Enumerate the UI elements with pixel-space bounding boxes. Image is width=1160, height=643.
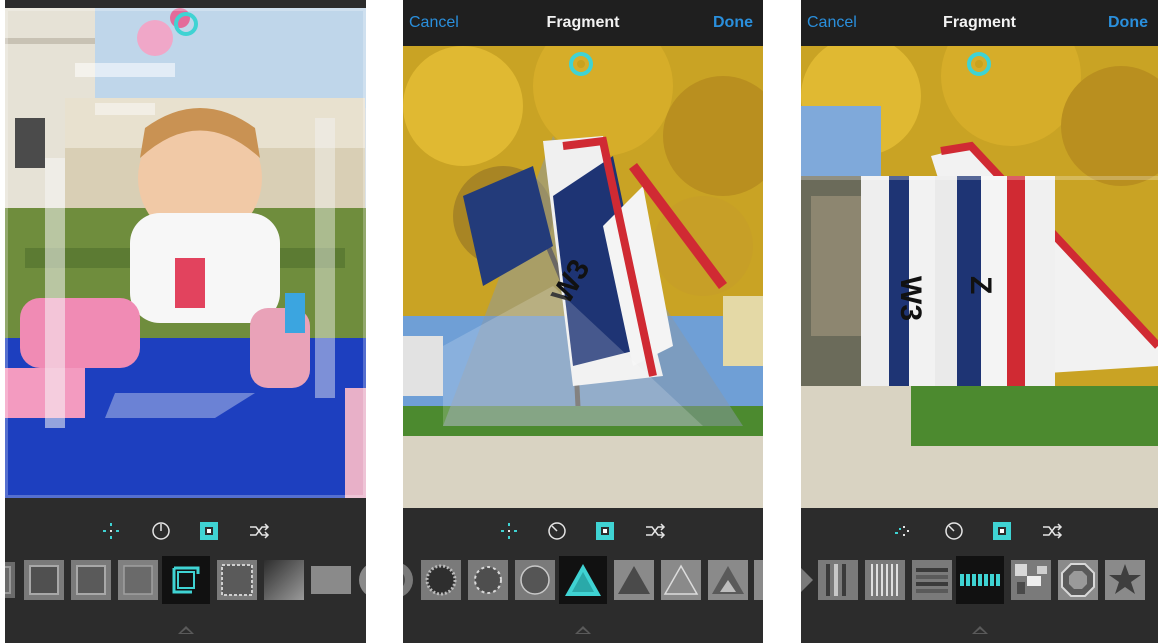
expand-chevron-icon[interactable] [573,624,593,636]
nav-bar: Cancel Fragment Done [801,0,1158,46]
shape-dotted-ring[interactable] [466,558,510,602]
expand-chevron-icon[interactable] [970,624,990,636]
shape-strip [5,556,366,606]
shape-octagon-ring[interactable] [1056,558,1100,602]
photo-canvas[interactable] [5,8,366,498]
tool-bar [403,520,763,542]
fragment-handle[interactable] [569,52,593,76]
shape-strip [403,556,763,606]
done-button[interactable]: Done [713,14,753,32]
shape-corner-frame-selected[interactable] [162,556,210,604]
photo-canvas[interactable]: W3 [403,46,763,508]
frame-tool-icon[interactable] [198,520,220,542]
shape-rectangle[interactable] [309,558,353,602]
shuffle-tool-icon[interactable] [644,520,666,542]
party-photo [5,8,366,498]
shape-star[interactable] [1103,558,1147,602]
shape-square-frame[interactable] [5,558,19,602]
shape-blocks[interactable] [1009,558,1053,602]
frame-tool-icon[interactable] [991,520,1013,542]
shape-circle-partial[interactable] [355,558,366,602]
rotate-tool-icon[interactable] [943,520,965,542]
phone-screen-party: ◁ ▷ [5,0,366,643]
stripe-fragment [861,176,1055,386]
shape-circle-partial[interactable] [403,558,417,602]
shuffle-tool-icon[interactable] [248,520,270,542]
fragment-handle[interactable] [174,12,198,36]
shape-triangle-filled[interactable] [612,558,656,602]
tool-bar [801,520,1158,542]
shape-triangle-partial[interactable] [752,558,763,602]
rotate-tool-icon[interactable] [546,520,568,542]
shape-triangle-selected[interactable] [559,556,607,604]
phone-screen-flag-triangle: Cancel Fragment Done W3 [403,0,763,643]
shape-square-gradient[interactable] [262,558,306,602]
flag-photo: W3 Z [801,46,1158,508]
shape-stripes-thin[interactable] [863,558,907,602]
svg-text:W3: W3 [894,276,927,321]
shape-square-frame[interactable] [69,558,113,602]
move-tool-icon[interactable] [891,520,913,542]
shuffle-tool-icon[interactable] [1041,520,1063,542]
shape-stripes-horizontal[interactable] [910,558,954,602]
svg-text:Z: Z [964,276,997,294]
move-tool-icon[interactable] [498,520,520,542]
shape-ornate-frame[interactable] [215,558,259,602]
shape-thin-ring[interactable] [513,558,557,602]
move-tool-icon[interactable] [100,520,122,542]
shape-square-frame[interactable] [116,558,160,602]
rotate-tool-icon[interactable] [150,520,172,542]
shape-strip [801,556,1158,606]
shape-sunburst-ring[interactable] [419,558,463,602]
photo-canvas[interactable]: W3 Z [801,46,1158,508]
page-title: Fragment [546,14,620,31]
page-title: Fragment [943,14,1016,31]
shape-stripes-selected[interactable] [956,556,1004,604]
tool-bar [5,520,366,542]
expand-chevron-icon[interactable] [176,624,196,636]
shape-diamond-partial[interactable] [801,558,817,602]
frame-tool-icon[interactable] [594,520,616,542]
shape-stripes-vertical[interactable] [816,558,860,602]
shape-triangle-split[interactable] [706,558,750,602]
fragment-handle[interactable] [967,52,991,76]
flag-photo: W3 [403,46,763,508]
done-button[interactable]: Done [1108,14,1148,32]
shape-square-frame[interactable] [22,558,66,602]
phone-screen-flag-stripes: Cancel Fragment Done W3 Z [801,0,1158,643]
shape-triangle-outline[interactable] [659,558,703,602]
nav-bar: Cancel Fragment Done [403,0,763,46]
